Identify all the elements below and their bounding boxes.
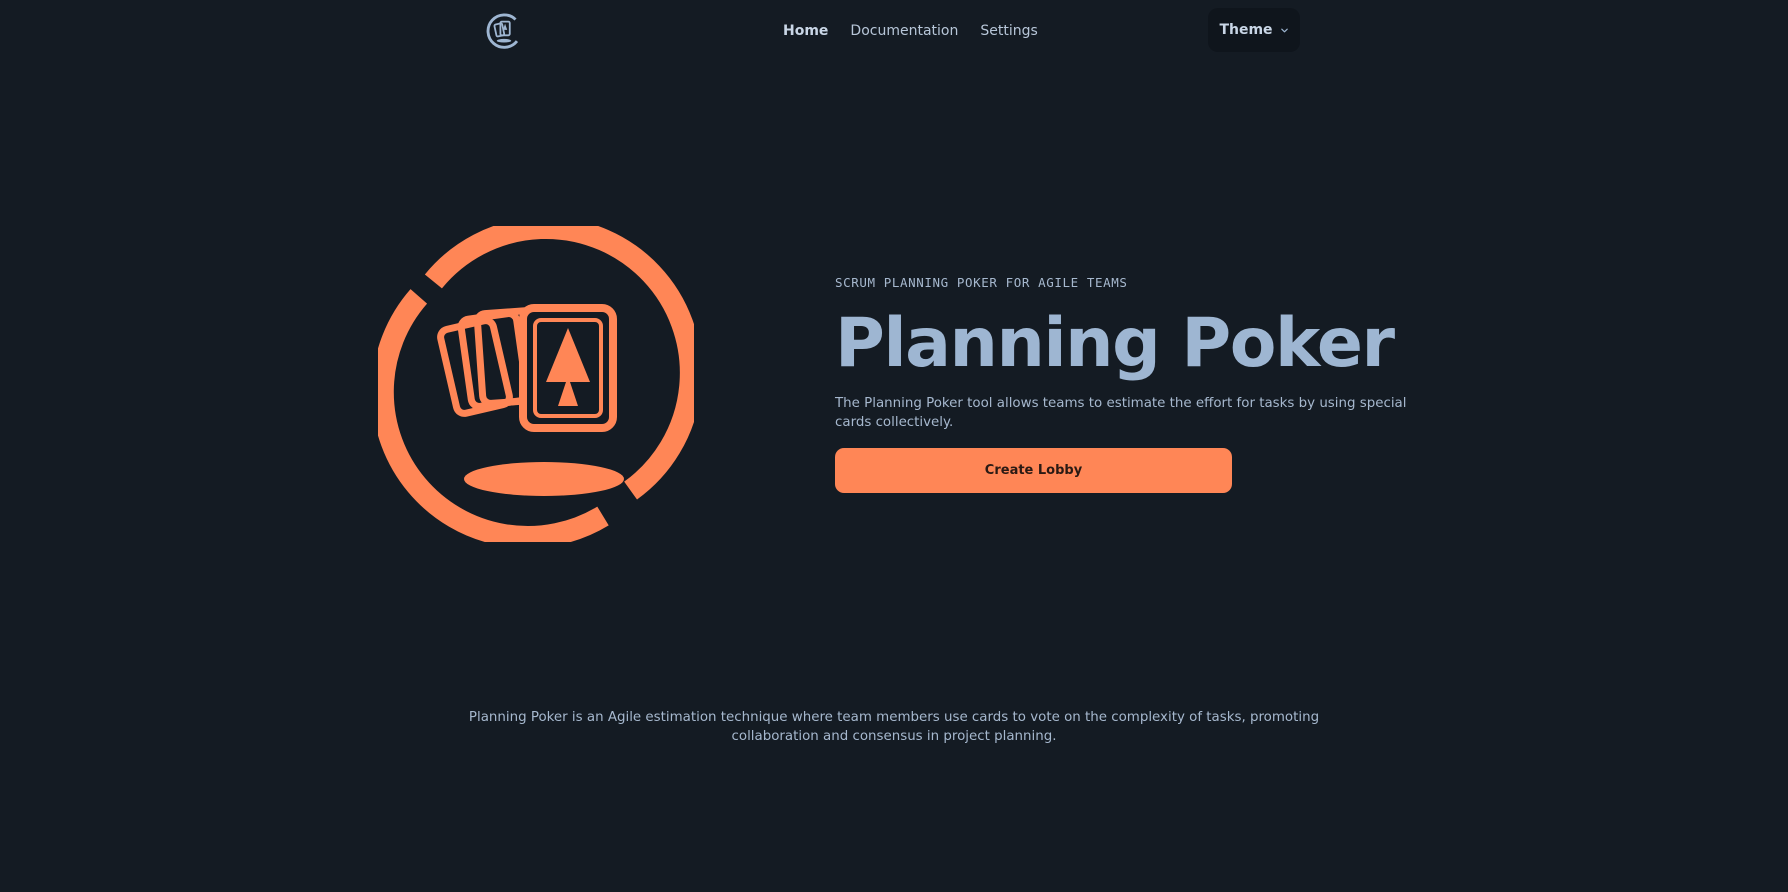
page: Home Documentation Settings Theme SCRUM … bbox=[0, 0, 1788, 892]
nav-link-home[interactable]: Home bbox=[783, 20, 828, 42]
page-title: Planning Poker bbox=[835, 304, 1395, 383]
about-blurb: Planning Poker is an Agile estimation te… bbox=[468, 710, 1320, 744]
hero-section: SCRUM PLANNING POKER FOR AGILE TEAMS Pla… bbox=[835, 273, 1425, 493]
theme-dropdown-button[interactable]: Theme bbox=[1208, 8, 1300, 52]
nav-link-settings[interactable]: Settings bbox=[980, 20, 1037, 42]
chevron-down-icon bbox=[1280, 28, 1288, 32]
hero-description: The Planning Poker tool allows teams to … bbox=[835, 396, 1407, 430]
hero-logo-icon bbox=[371, 216, 702, 549]
theme-label: Theme bbox=[1219, 22, 1273, 38]
main-nav: Home Documentation Settings bbox=[783, 20, 1038, 42]
nav-logo-icon[interactable] bbox=[486, 13, 522, 49]
create-lobby-button[interactable]: Create Lobby bbox=[835, 448, 1232, 493]
nav-link-documentation[interactable]: Documentation bbox=[850, 20, 958, 42]
hero-eyebrow: SCRUM PLANNING POKER FOR AGILE TEAMS bbox=[835, 275, 1128, 290]
